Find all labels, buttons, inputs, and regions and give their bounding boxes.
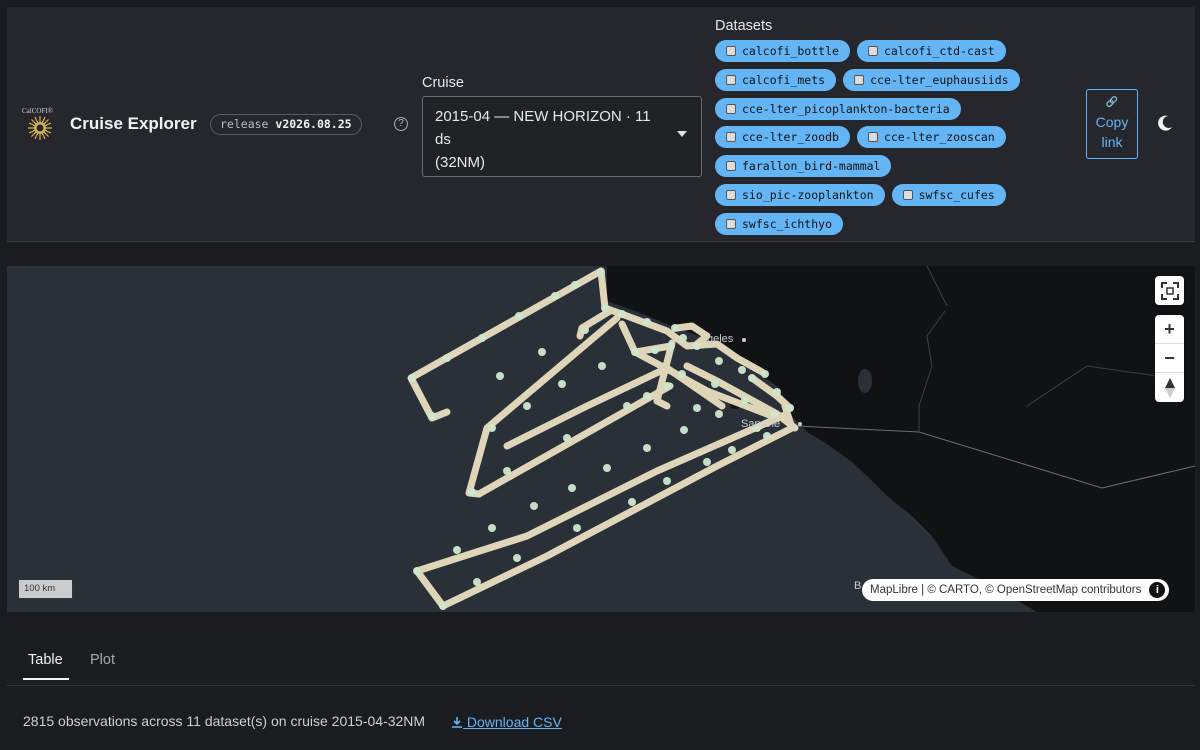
dataset-chip-cce-lter-euphausiids[interactable]: cce-lter_euphausiids (843, 68, 1020, 91)
checkbox-icon[interactable] (726, 132, 736, 143)
checkbox-icon[interactable] (726, 46, 736, 56)
zoom-in-button[interactable]: + (1155, 315, 1184, 344)
compass-icon[interactable] (1155, 373, 1184, 402)
tab-table[interactable]: Table (28, 652, 63, 668)
cruise-selected-value: 2015-04 — NEW HORIZON · 11 ds (32NM) (435, 108, 651, 171)
fullscreen-control (1155, 276, 1184, 305)
datasets-label: Datasets (715, 18, 773, 34)
checkbox-icon[interactable] (726, 189, 736, 200)
download-csv-link[interactable]: Download CSV (451, 714, 562, 730)
app-title: Cruise Explorer (70, 114, 197, 133)
dataset-chip-calcofi-ctd-cast[interactable]: calcofi_ctd-cast (856, 40, 1006, 62)
dataset-chips: calcofi_bottle calcofi_ctd-cast calcofi_… (715, 40, 1045, 242)
checkbox-icon[interactable] (726, 103, 736, 114)
dataset-chip-sio-pic-zooplankton[interactable]: sio_pic-zooplankton (715, 183, 885, 206)
map-scale-bar: 100 km (18, 580, 73, 599)
app-header: CalCOFI® Cruise Explorer release v2026.0… (7, 7, 1195, 242)
cruise-label: Cruise (422, 75, 464, 91)
checkbox-icon[interactable] (902, 189, 913, 200)
link-icon: 🔗 (1105, 97, 1119, 108)
map-label-san-diego: San Die (741, 418, 781, 430)
dataset-chip-cce-lter-picoplankton-bacteria[interactable]: cce-lter_picoplankton-bacteria (715, 97, 961, 120)
dataset-chip-cce-lter-zooscan[interactable]: cce-lter_zooscan (856, 126, 1006, 149)
help-icon[interactable]: ? (394, 117, 408, 131)
map-attribution: MapLibre | © CARTO, © OpenStreetMap cont… (862, 579, 1170, 601)
sun-logo-icon (28, 116, 52, 140)
active-tab-indicator (23, 678, 69, 680)
map-label-baja: B (854, 580, 862, 592)
map-basemap (407, 266, 1195, 612)
checkbox-icon[interactable] (726, 161, 736, 172)
dataset-chip-swfsc-cufes[interactable]: swfsc_cufes (891, 183, 1006, 206)
map-label-los-angeles: geles (707, 333, 734, 345)
fullscreen-icon[interactable] (1155, 276, 1184, 305)
navigation-control: + − (1155, 315, 1184, 402)
checkbox-icon[interactable] (726, 218, 736, 229)
dataset-chip-calcofi-mets[interactable]: calcofi_mets (715, 68, 837, 91)
moon-icon[interactable] (1155, 113, 1175, 133)
tab-plot[interactable]: Plot (90, 652, 115, 668)
caret-down-icon (677, 131, 687, 137)
zoom-out-button[interactable]: − (1155, 344, 1184, 373)
calcofi-logo: CalCOFI® (22, 107, 57, 142)
download-icon (452, 717, 462, 728)
checkbox-icon[interactable] (854, 74, 865, 85)
observations-summary: 2815 observations across 11 dataset(s) o… (23, 713, 426, 729)
cruise-select[interactable]: 2015-04 — NEW HORIZON · 11 ds (32NM) (422, 96, 702, 177)
checkbox-icon[interactable] (726, 74, 736, 85)
cruise-map[interactable]: geles San Die B + − 100 km MapLibre | © … (7, 266, 1195, 612)
checkbox-icon[interactable] (867, 46, 878, 56)
info-icon[interactable]: i (1149, 582, 1166, 598)
dataset-chip-swfsc-ichthyo[interactable]: swfsc_ichthyo (715, 212, 844, 235)
dataset-chip-farallon-bird-mammal[interactable]: farallon_bird-mammal (715, 155, 892, 178)
release-badge: release v2026.08.25 (210, 114, 362, 135)
checkbox-icon[interactable] (867, 132, 878, 143)
view-tabs: Table Plot (7, 640, 1195, 686)
dataset-chip-cce-lter-zoodb[interactable]: cce-lter_zoodb (715, 126, 850, 149)
copy-link-button[interactable]: 🔗 Copy link (1086, 89, 1138, 159)
dataset-chip-calcofi-bottle[interactable]: calcofi_bottle (715, 40, 850, 62)
